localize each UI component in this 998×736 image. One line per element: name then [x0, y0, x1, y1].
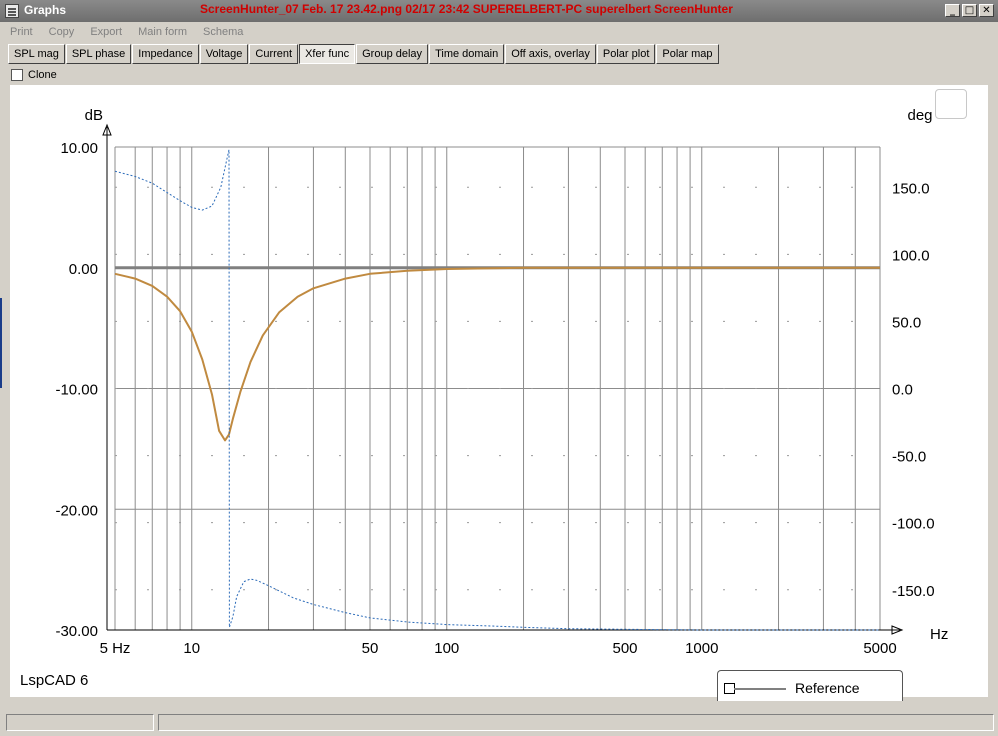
menu-schema[interactable]: Schema: [193, 24, 249, 42]
tab-off-axis-overlay[interactable]: Off axis, overlay: [505, 44, 596, 64]
app-label: LspCAD 6: [20, 672, 89, 689]
x-tick-label: 5 Hz: [100, 640, 131, 657]
legend-swatch: [734, 688, 786, 690]
tab-time-domain[interactable]: Time domain: [429, 44, 505, 64]
y-tick-label-left: 0.00: [69, 261, 98, 278]
y-tick-label-right: -50.0: [892, 449, 926, 466]
legend-label: Reference: [795, 680, 860, 696]
y-tick-label-right: -150.0: [892, 583, 935, 600]
tab-voltage[interactable]: Voltage: [199, 44, 249, 64]
tab-xfer-func[interactable]: Xfer func: [299, 44, 356, 64]
screenshot-caption: ScreenHunter_07 Feb. 17 23.42.png 02/17 …: [200, 2, 733, 16]
magnitude-series-line: [114, 266, 880, 442]
phase-series-line: [114, 149, 880, 631]
app-icon[interactable]: [5, 4, 19, 18]
x-tick-label: 100: [434, 640, 459, 657]
xfer-func-chart: dB deg Hz 5 Hz 10 50 100 500 1000 5000 10.00 0.00 -1…: [55, 107, 948, 657]
x-tick-label: 1000: [685, 640, 718, 657]
tab-group-delay[interactable]: Group delay: [356, 44, 429, 64]
title-bar: Graphs ScreenHunter_07 Feb. 17 23.42.png…: [0, 0, 998, 22]
status-panel-main: [158, 714, 994, 731]
maximize-button[interactable]: □: [962, 4, 977, 17]
menu-main-form[interactable]: Main form: [128, 24, 193, 42]
x-axis-label: Hz: [930, 626, 948, 643]
menu-bar: Print Copy Export Main form Schema: [0, 24, 249, 42]
tab-spl-mag[interactable]: SPL mag: [8, 44, 65, 64]
tab-impedance[interactable]: Impedance: [132, 44, 199, 64]
x-tick-label: 50: [362, 640, 379, 657]
graph-tabs: SPL mag SPL phase Impedance Voltage Curr…: [8, 44, 720, 64]
window-title: Graphs: [24, 3, 67, 17]
x-tick-label: 500: [612, 640, 637, 657]
clone-label: Clone: [28, 69, 57, 81]
tab-spl-phase[interactable]: SPL phase: [65, 44, 132, 64]
y-tick-label-right: 0.0: [892, 382, 913, 399]
clone-checkbox[interactable]: [11, 69, 23, 81]
plot-area: dB deg Hz 5 Hz 10 50 100 500 1000 5000 10.00 0.00 -1…: [10, 85, 988, 701]
legend: Reference: [717, 670, 903, 701]
y-tick-label-left: -30.00: [55, 623, 98, 640]
menu-copy[interactable]: Copy: [39, 24, 81, 42]
y-tick-label-right: 150.0: [892, 180, 930, 197]
minimize-button[interactable]: _: [945, 4, 960, 17]
x-tick-label: 5000: [863, 640, 896, 657]
y-tick-label-right: 50.0: [892, 314, 921, 331]
menu-export[interactable]: Export: [80, 24, 128, 42]
y-axis-label-right: deg: [907, 107, 932, 124]
window-edge: [0, 298, 2, 388]
status-panel-left: [6, 714, 154, 731]
tab-current[interactable]: Current: [249, 44, 299, 64]
y-axis-label-left: dB: [85, 107, 103, 124]
y-tick-label-right: 100.0: [892, 247, 930, 264]
x-tick-label: 10: [183, 640, 200, 657]
status-bar: [0, 710, 998, 736]
y-tick-label-right: -100.0: [892, 516, 935, 533]
tab-polar-plot[interactable]: Polar plot: [596, 44, 656, 64]
clone-option[interactable]: Clone: [11, 69, 57, 81]
tab-polar-map[interactable]: Polar map: [656, 44, 719, 64]
y-tick-label-left: -10.00: [55, 382, 98, 399]
y-tick-label-left: 10.00: [60, 140, 98, 157]
y-tick-label-left: -20.00: [55, 502, 98, 519]
menu-print[interactable]: Print: [0, 24, 39, 42]
close-button[interactable]: ✕: [979, 4, 994, 17]
